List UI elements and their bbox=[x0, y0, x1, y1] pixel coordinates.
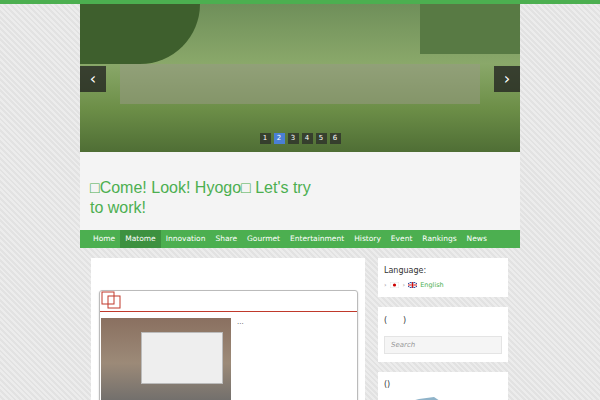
prev-arrow[interactable]: ‹ bbox=[80, 66, 106, 92]
site-title[interactable]: □Come! Look! Hyogo□ Let's try to work! bbox=[90, 178, 320, 218]
widget-title: () bbox=[384, 380, 502, 389]
page: ‹ › 123456 □Come! Look! Hyogo□ Let's try… bbox=[0, 0, 600, 400]
search-widget: ( ) bbox=[378, 307, 508, 362]
nav-item[interactable]: Home bbox=[88, 230, 120, 248]
nav-item[interactable]: Innovation bbox=[161, 230, 211, 248]
castle-photo bbox=[80, 4, 520, 152]
hyogo-map-icon bbox=[384, 395, 454, 400]
post-excerpt: ... bbox=[237, 318, 244, 400]
post-header bbox=[100, 291, 357, 312]
content-area: ... Language: › › English ( ) () bbox=[80, 248, 520, 400]
japan-flag-icon bbox=[390, 282, 399, 288]
nav-item[interactable]: News bbox=[462, 230, 492, 248]
widget-title: Language: bbox=[384, 266, 502, 275]
uk-flag-icon bbox=[408, 282, 417, 288]
widget-title: ( ) bbox=[384, 315, 502, 326]
nav-item[interactable]: Rankings bbox=[417, 230, 461, 248]
nav-item[interactable]: Matome bbox=[120, 230, 161, 248]
site-header: □Come! Look! Hyogo□ Let's try to work! bbox=[80, 152, 520, 230]
hero-slider: ‹ › 123456 bbox=[80, 4, 520, 152]
sidebar: Language: › › English ( ) () bbox=[378, 258, 508, 400]
slider-page[interactable]: 3 bbox=[288, 133, 299, 144]
nav-item[interactable]: Entertainment bbox=[285, 230, 349, 248]
post-thumbnail[interactable] bbox=[101, 318, 231, 400]
language-widget: Language: › › English bbox=[378, 258, 508, 297]
nav-item[interactable]: History bbox=[349, 230, 386, 248]
main-nav: HomeMatomeInnovationShareGourmetEntertai… bbox=[80, 230, 520, 248]
main-card: ... bbox=[91, 258, 365, 400]
post-box: ... bbox=[99, 290, 358, 400]
language-option[interactable]: › English bbox=[403, 281, 444, 289]
map-widget: () bbox=[378, 372, 508, 400]
slider-page[interactable]: 6 bbox=[330, 133, 341, 144]
slider-page[interactable]: 2 bbox=[274, 133, 285, 144]
slider-page[interactable]: 1 bbox=[260, 133, 271, 144]
slider-pagination: 123456 bbox=[80, 133, 520, 144]
slider-page[interactable]: 5 bbox=[316, 133, 327, 144]
nav-item[interactable]: Gourmet bbox=[242, 230, 285, 248]
nav-item[interactable]: Event bbox=[386, 230, 418, 248]
wrapper: ‹ › 123456 □Come! Look! Hyogo□ Let's try… bbox=[80, 4, 520, 400]
squares-icon bbox=[101, 291, 123, 309]
next-arrow[interactable]: › bbox=[494, 66, 520, 92]
language-option[interactable]: › bbox=[384, 281, 399, 289]
search-input[interactable] bbox=[384, 336, 502, 354]
nav-item[interactable]: Share bbox=[210, 230, 242, 248]
slider-page[interactable]: 4 bbox=[302, 133, 313, 144]
